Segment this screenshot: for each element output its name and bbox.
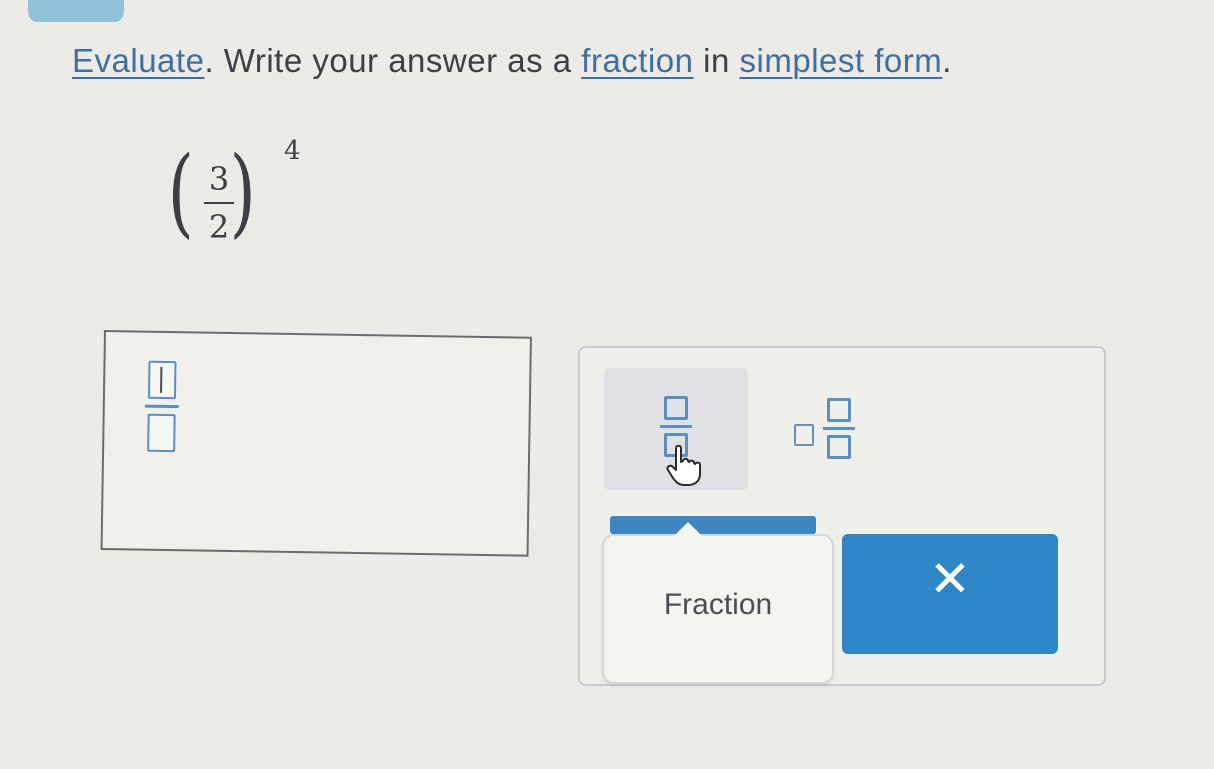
pointer-hand-icon — [666, 444, 701, 486]
answer-input-box[interactable] — [100, 330, 532, 557]
close-icon: ✕ — [929, 551, 971, 607]
tooltip-label: Fraction — [663, 588, 773, 621]
math-keypad: Fraction ✕ — [578, 346, 1106, 686]
question-text-3: . — [942, 42, 952, 79]
fraction-tooltip: Fraction — [602, 522, 834, 684]
evaluate-link[interactable]: Evaluate — [72, 42, 204, 79]
numerator-slot[interactable] — [147, 360, 177, 400]
answer-fraction — [144, 360, 179, 453]
answer-fraction-bar — [144, 404, 179, 409]
mixed-number-button[interactable] — [770, 368, 914, 490]
simplest-form-link[interactable]: simplest form — [740, 42, 943, 79]
clear-button[interactable]: ✕ — [842, 534, 1058, 654]
question-text-1: . Write your answer as a — [204, 42, 582, 79]
tooltip-accent-bar — [610, 516, 816, 534]
exponent: 4 — [284, 136, 301, 166]
question-text-2: in — [693, 42, 740, 79]
fraction-button[interactable] — [604, 368, 748, 490]
fraction-link[interactable]: fraction — [581, 42, 693, 79]
math-expression: ( 3 2 ) 4 — [166, 136, 326, 280]
question-prompt: Evaluate. Write your answer as a fractio… — [72, 42, 1202, 80]
close-paren: ) — [229, 136, 256, 248]
open-paren: ( — [167, 136, 194, 248]
denominator-slot[interactable] — [147, 413, 176, 453]
top-tab[interactable] — [28, 0, 124, 22]
